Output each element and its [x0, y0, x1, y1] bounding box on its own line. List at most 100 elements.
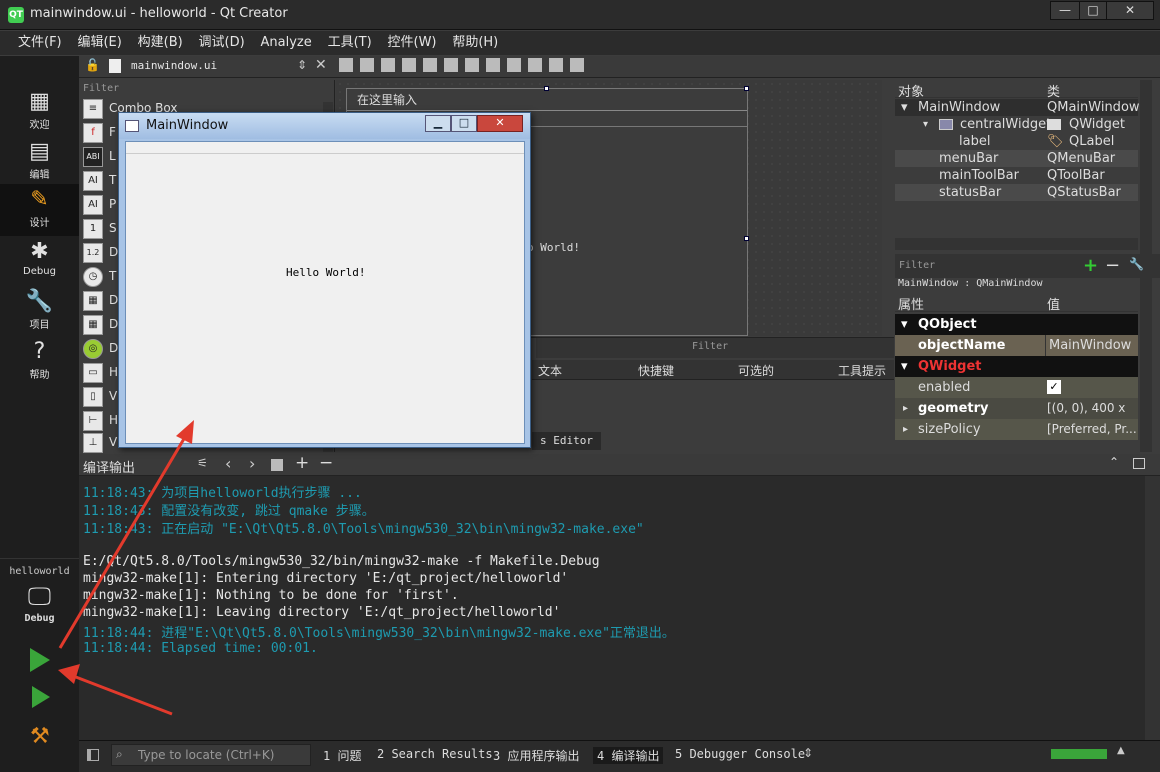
edit-signals-icon[interactable] [360, 58, 374, 72]
col-checkable[interactable]: 可选的 [738, 362, 774, 379]
menu-help[interactable]: 帮助(H) [446, 31, 504, 55]
menu-file[interactable]: 文件(F) [12, 31, 68, 55]
mode-welcome[interactable]: ▦ 欢迎 [0, 86, 79, 136]
menu-controls[interactable]: 控件(W) [382, 31, 443, 55]
menu-debug[interactable]: 调试(D) [193, 31, 251, 55]
col-text[interactable]: 文本 [538, 362, 562, 379]
selection-handle[interactable] [544, 86, 549, 91]
title-bar: QT mainwindow.ui - helloworld - Qt Creat… [0, 0, 1160, 30]
selection-handle[interactable] [744, 86, 749, 91]
close-button[interactable]: ✕ [1106, 1, 1154, 20]
file-dropdown-icon[interactable]: ⇕ [297, 58, 307, 72]
tab-debugger-console[interactable]: 5 Debugger Console [675, 747, 805, 761]
zoom-in-icon[interactable]: + [295, 453, 309, 473]
tab-issues[interactable]: 1 问题 [323, 747, 361, 764]
mode-help[interactable]: ? 帮助 [0, 336, 79, 386]
col-object[interactable]: 对象 [898, 81, 924, 100]
layout-vsplit-icon[interactable] [486, 58, 500, 72]
edit-buddies-icon[interactable] [381, 58, 395, 72]
stop-icon[interactable] [271, 459, 283, 471]
preview-maximize-button[interactable]: □ [451, 115, 477, 132]
output-title: 编译输出 [83, 461, 136, 476]
object-row[interactable]: statusBar QStatusBar [895, 184, 1138, 201]
menu-build[interactable]: 构建(B) [132, 31, 189, 55]
menu-placeholder[interactable]: 在这里输入 [347, 89, 747, 111]
menu-tools[interactable]: 工具(T) [322, 31, 378, 55]
action-filter[interactable]: Filter [692, 341, 728, 352]
property-vscrollbar[interactable] [1140, 292, 1152, 452]
property-row[interactable]: enabled ✓ [895, 377, 1138, 398]
maximize-pane-icon[interactable]: ⌃ [1109, 455, 1119, 469]
kit-selector[interactable]: 🖵 Debug [0, 582, 79, 630]
preview-titlebar[interactable]: MainWindow ▁ □ ✕ [119, 113, 530, 139]
mode-debug[interactable]: ✱ Debug [0, 236, 79, 286]
selection-handle[interactable] [744, 236, 749, 241]
menu-edit[interactable]: 编辑(E) [71, 31, 127, 55]
maximize-button[interactable]: □ [1079, 1, 1107, 20]
tab-app-output[interactable]: 3 应用程序输出 [493, 747, 579, 764]
output-scrollbar[interactable] [1145, 476, 1160, 740]
preview-minimize-button[interactable]: ▁ [425, 115, 451, 132]
close-file-icon[interactable]: ✕ [315, 57, 327, 73]
object-row[interactable]: mainToolBar QToolBar [895, 167, 1138, 184]
preview-close-button[interactable]: ✕ [477, 115, 523, 132]
tab-compile-output[interactable]: 4 编译输出 [593, 747, 664, 764]
minimize-button[interactable]: — [1050, 1, 1080, 20]
widgetbox-filter[interactable]: Filter [83, 83, 119, 94]
locator-field[interactable]: ⌕ Type to locate (Ctrl+K) [111, 744, 311, 766]
debug-run-button[interactable] [32, 686, 50, 708]
layout-horizontal-icon[interactable] [423, 58, 437, 72]
col-property[interactable]: 属性 [898, 294, 924, 313]
mode-projects[interactable]: 🔧 项目 [0, 286, 79, 336]
adjust-size-icon[interactable] [570, 58, 584, 72]
enabled-checkbox[interactable]: ✓ [1047, 380, 1061, 394]
tab-search-results[interactable]: 2 Search Results [377, 747, 493, 761]
layout-grid-icon[interactable] [528, 58, 542, 72]
layout-hsplit-icon[interactable] [465, 58, 479, 72]
form-hello-label[interactable]: o World! [527, 241, 580, 254]
property-row[interactable]: objectName MainWindow [895, 335, 1138, 356]
more-tabs-icon[interactable]: ⇕ [803, 746, 813, 760]
object-row[interactable]: label 🏷 QLabel [895, 133, 1138, 150]
property-group-qwidget[interactable]: ▾ QWidget [895, 356, 1138, 377]
remove-property-icon[interactable]: − [1105, 255, 1120, 276]
edit-widgets-icon[interactable] [339, 58, 353, 72]
configure-icon[interactable]: 🔧 [1129, 257, 1144, 271]
preview-mainwindow[interactable]: MainWindow ▁ □ ✕ Hello World! [118, 112, 531, 448]
object-row[interactable]: menuBar QMenuBar [895, 150, 1138, 167]
edit-tab-order-icon[interactable] [402, 58, 416, 72]
menu-analyze[interactable]: Analyze [255, 31, 318, 55]
col-value[interactable]: 值 [1047, 294, 1060, 313]
build-hammer-button[interactable]: ⚒ [30, 724, 50, 749]
close-pane-icon[interactable] [1133, 458, 1145, 469]
mode-design[interactable]: ✎ 设计 [0, 184, 79, 236]
layout-vertical-icon[interactable] [444, 58, 458, 72]
toggle-sidebar-icon[interactable] [87, 749, 99, 761]
run-button[interactable] [30, 648, 50, 672]
property-row[interactable]: ▸ geometry [(0, 0), 400 x 3... [895, 398, 1138, 436]
layout-form-icon[interactable] [507, 58, 521, 72]
expand-icon: ▾ [901, 100, 908, 115]
col-class[interactable]: 类 [1047, 81, 1060, 100]
progress-toggle-icon[interactable]: ▲ [1117, 745, 1125, 756]
property-group-qobject[interactable]: ▾ QObject [895, 314, 1138, 335]
window-title: mainwindow.ui - helloworld - Qt Creator [30, 6, 288, 21]
next-icon[interactable]: › [249, 454, 255, 473]
object-row[interactable]: ▾ MainWindow QMainWindow [895, 99, 1140, 116]
prev-icon[interactable]: ‹ [225, 454, 231, 473]
mode-edit[interactable]: ▤ 编辑 [0, 136, 79, 186]
grid-icon: ▦ [29, 89, 50, 114]
col-tooltip[interactable]: 工具提示 [838, 362, 886, 379]
break-layout-icon[interactable] [549, 58, 563, 72]
zoom-out-icon[interactable]: − [319, 453, 333, 473]
object-row[interactable]: ▾ centralWidget QWidget [895, 116, 1138, 133]
filter-output-icon[interactable]: ⚟ [197, 456, 208, 470]
object-hscrollbar[interactable] [895, 238, 1138, 250]
property-row[interactable]: ▸ sizePolicy [Preferred, Pr... [895, 419, 1138, 440]
open-file-name[interactable]: mainwindow.ui [131, 59, 217, 72]
add-property-icon[interactable]: + [1083, 255, 1098, 276]
property-filter[interactable]: Filter [899, 260, 935, 271]
tab-action-editor[interactable]: s Editor [532, 432, 601, 450]
col-shortcut[interactable]: 快捷键 [638, 362, 674, 379]
document-icon: ▤ [29, 139, 50, 164]
